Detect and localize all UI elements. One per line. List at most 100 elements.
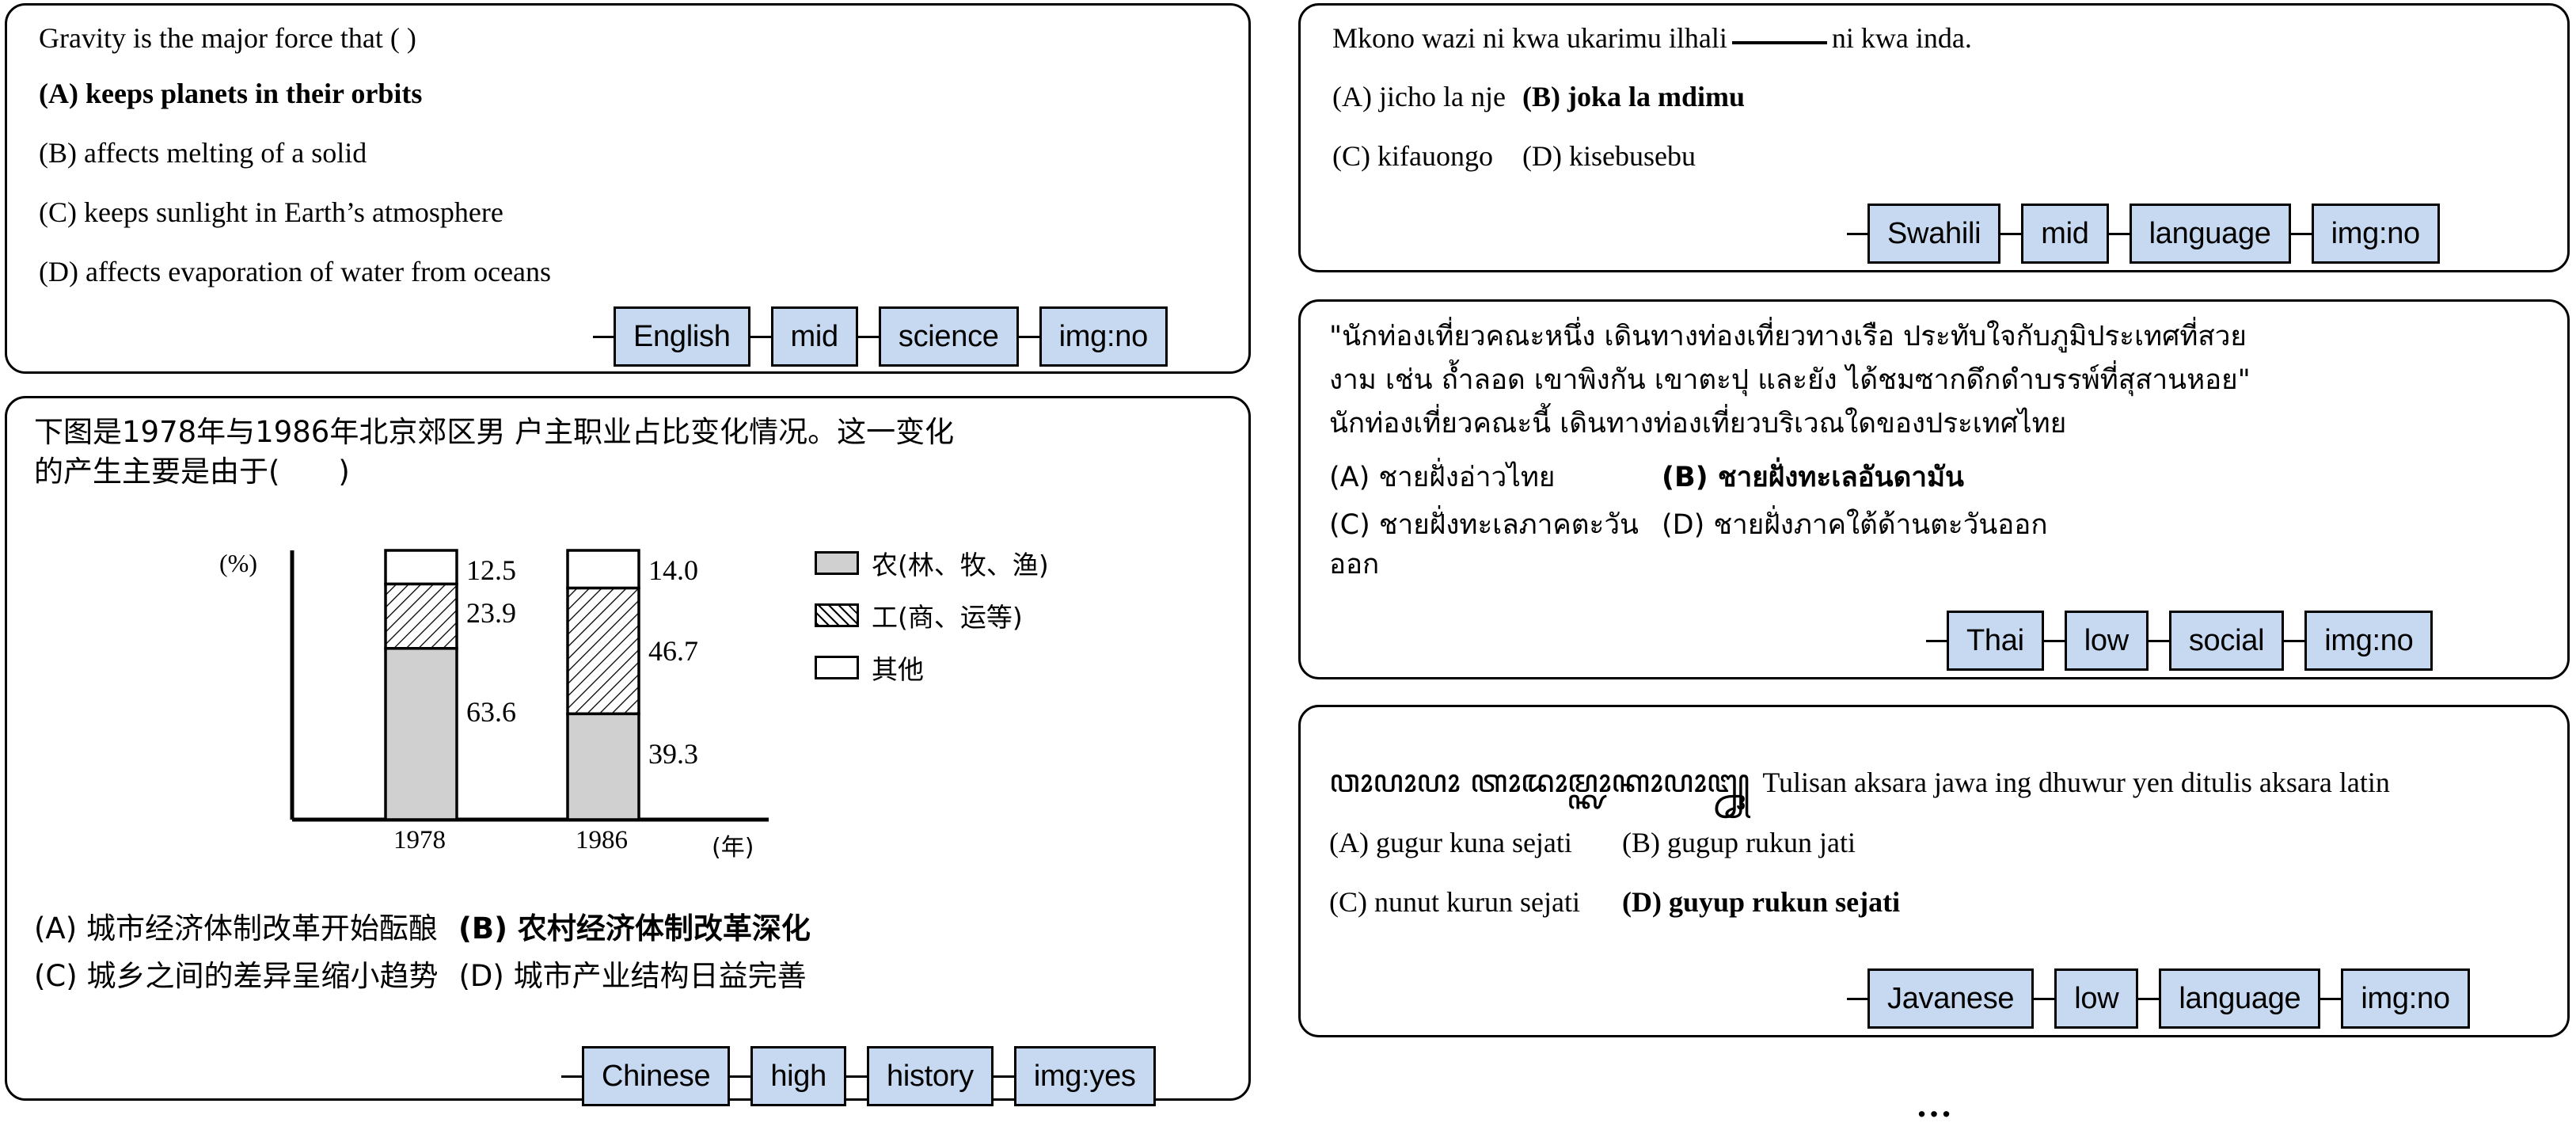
- option-c: (C) 城乡之间的差异呈缩小趋势: [34, 959, 439, 993]
- fill-in-blank: [1731, 41, 1827, 44]
- option-b: (B) gugup rukun jati: [1622, 827, 1856, 858]
- legend-item: 工(商、运等): [815, 596, 1049, 634]
- tag-level[interactable]: high: [750, 1046, 846, 1106]
- option-c: (C) ชายฝั่งทะเลภาคตะวันออก: [1329, 509, 1639, 580]
- tag-connector: [1847, 997, 1867, 1000]
- option-a: (A) 城市经济体制改革开始酝酿: [34, 911, 438, 946]
- option-b: (B) 农村经济体制改革深化: [458, 911, 811, 946]
- tag-subject[interactable]: language: [2159, 968, 2321, 1029]
- legend-label-agriculture: 农(林、牧、渔): [872, 550, 1049, 580]
- options-row-1: (A) 城市经济体制改革开始酝酿 (B) 农村经济体制改革深化: [34, 909, 811, 949]
- question-stem-line2: 的产生主要是由于( ): [34, 455, 350, 489]
- tag-connector: [2290, 232, 2312, 235]
- tag-language[interactable]: Chinese: [582, 1046, 731, 1106]
- option-c: (C) nunut kurun sejati: [1329, 886, 1580, 918]
- stacked-bar-chart: (%) 12.5 23.9 63.6 14.0 46.7 39.3 1978 1…: [205, 541, 1234, 873]
- option-b: (B) joka la mdimu: [1522, 81, 1746, 112]
- legend-swatch-agriculture-icon: [815, 551, 859, 575]
- panel-chinese-history: 下图是1978年与1986年北京郊区男 户主职业占比变化情况。这一变化 的产生主…: [5, 396, 1251, 1106]
- tag-has-image[interactable]: img:no: [1039, 306, 1168, 367]
- tag-connector: [993, 1075, 1014, 1078]
- option-a: (A) keeps planets in their orbits: [39, 78, 423, 109]
- option-d: (D) 城市产业结构日益完善: [458, 959, 807, 993]
- tag-connector: [2138, 997, 2160, 1000]
- panel-swahili-language: Mkono wazi ni kwa ukarimu ilhali ni kwa i…: [1298, 3, 2570, 272]
- javanese-script-text: ꦮꦴꦥꦴꦥꦴ ꦠꦴꦢꦴꦩ꧀ꦑꦴꦏꦴꦥꦴꦋ꧀: [1329, 763, 1750, 800]
- question-stem: ꦮꦴꦥꦴꦥꦴ ꦠꦴꦢꦴꦩ꧀ꦑꦴꦏꦴꦥꦴꦋ꧀ Tulisan aksara jaw…: [1329, 756, 2390, 821]
- option-d: (D) kisebusebu: [1522, 140, 1696, 172]
- tag-connector: [2284, 639, 2305, 642]
- legend-item: 其他: [815, 649, 1049, 687]
- tag-connector: [1018, 335, 1039, 338]
- tag-subject[interactable]: history: [866, 1046, 994, 1106]
- bar-value-1986-other: 14.0: [648, 554, 698, 586]
- option-b: (B) ชายฝั่งทะเลอันดามัน: [1662, 462, 1964, 493]
- chart-legend: 农(林、牧、渔) 工(商、运等) 其他: [815, 544, 1049, 687]
- legend-item: 农(林、牧、渔): [815, 544, 1049, 582]
- bar-value-1986-agriculture: 39.3: [648, 738, 698, 770]
- tag-row-javanese: Javanese low language img:no: [1847, 968, 2470, 1029]
- tag-subject[interactable]: language: [2129, 204, 2291, 264]
- bar-value-1978-other: 12.5: [466, 554, 516, 586]
- question-stem-before-blank: Mkono wazi ni kwa ukarimu ilhali: [1332, 22, 1727, 54]
- options-row-1: (A) gugur kuna sejati (B) gugup rukun ja…: [1329, 824, 1856, 862]
- options-row-1: (A) jicho la nje (B) joka la mdimu: [1332, 78, 1745, 116]
- tag-level[interactable]: mid: [2021, 204, 2109, 264]
- tag-connector: [593, 335, 614, 338]
- tag-language[interactable]: Javanese: [1867, 968, 2035, 1029]
- tag-connector: [857, 335, 879, 338]
- tag-language[interactable]: English: [614, 306, 750, 367]
- x-tick-1986: 1986: [576, 826, 628, 854]
- tag-connector: [561, 1075, 582, 1078]
- option-d: (D) affects evaporation of water from oc…: [39, 256, 552, 287]
- x-tick-1978: 1978: [393, 826, 446, 854]
- option-a: (A) gugur kuna sejati: [1329, 827, 1572, 858]
- question-stem-after-blank: ni kwa inda.: [1831, 22, 1972, 54]
- option-d: (D) guyup rukun sejati: [1622, 886, 1901, 918]
- bar-value-1978-agriculture: 63.6: [466, 696, 516, 728]
- tag-connector: [2034, 997, 2055, 1000]
- option-a: (A) jicho la nje: [1332, 81, 1506, 112]
- tag-connector: [2043, 639, 2065, 642]
- tag-language[interactable]: Swahili: [1867, 204, 2001, 264]
- legend-label-other: 其他: [872, 654, 924, 685]
- tag-subject[interactable]: science: [878, 306, 1019, 367]
- tag-connector: [2000, 232, 2022, 235]
- tag-row-swahili-inner: Swahili mid language img:no: [1847, 204, 2440, 264]
- options-row-2: (C) ชายฝั่งทะเลภาคตะวันออก (D) ชายฝั่งภา…: [1329, 506, 2048, 584]
- panel-english-science: Gravity is the major force that ( ) (A) …: [5, 3, 1251, 374]
- options-row-2: (C) kifauongo (D) kisebusebu: [1332, 138, 1696, 176]
- tag-has-image[interactable]: img:no: [2341, 968, 2470, 1029]
- tag-has-image[interactable]: img:yes: [1013, 1046, 1156, 1106]
- tag-connector: [2148, 639, 2169, 642]
- tag-level[interactable]: mid: [770, 306, 858, 367]
- panel-javanese-language: ꦮꦴꦥꦴꦥꦴ ꦠꦴꦢꦴꦩ꧀ꦑꦴꦏꦴꦥꦴꦋ꧀ Tulisan aksara jaw…: [1298, 705, 2570, 1037]
- question-stem-line3: นักท่องเที่ยวคณะนี้ เดินทางท่องเที่ยวบริ…: [1329, 408, 2067, 440]
- tag-connector: [1926, 639, 1947, 642]
- tag-level[interactable]: low: [2054, 968, 2139, 1029]
- tag-has-image[interactable]: img:no: [2304, 611, 2434, 671]
- question-stem-line1: "นักท่องเที่ยวคณะหนึ่ง เดินทางท่องเที่ยว…: [1329, 321, 2247, 352]
- tag-row-chinese: Chinese high history img:yes: [561, 1046, 1156, 1106]
- question-stem: Mkono wazi ni kwa ukarimu ilhali ni kwa i…: [1332, 20, 1972, 56]
- panel-thai-social: "นักท่องเที่ยวคณะหนึ่ง เดินทางท่องเที่ยว…: [1298, 299, 2570, 679]
- option-c: (C) kifauongo: [1332, 140, 1493, 172]
- chart-x-axis-unit: (年): [712, 834, 754, 862]
- option-b: (B) affects melting of a solid: [39, 137, 367, 169]
- tag-row-english: English mid science img:no: [593, 306, 1168, 367]
- tag-has-image[interactable]: img:no: [2311, 204, 2440, 264]
- tag-connector: [1847, 232, 1867, 235]
- question-stem-line1: 下图是1978年与1986年北京郊区男 户主职业占比变化情况。这一变化: [34, 415, 955, 449]
- tag-subject[interactable]: social: [2168, 611, 2285, 671]
- legend-label-industry: 工(商、运等): [872, 602, 1023, 633]
- options-row-2: (C) nunut kurun sejati (D) guyup rukun s…: [1329, 884, 1900, 922]
- tag-language[interactable]: Thai: [1947, 611, 2044, 671]
- option-c: (C) keeps sunlight in Earth’s atmosphere: [39, 196, 503, 228]
- question-stem: Gravity is the major force that ( ): [39, 22, 416, 54]
- tag-connector: [845, 1075, 867, 1078]
- tag-level[interactable]: low: [2064, 611, 2149, 671]
- javanese-latin-text: Tulisan aksara jawa ing dhuwur yen ditul…: [1762, 767, 2390, 798]
- bar-value-1978-industry: 23.9: [466, 597, 516, 629]
- more-items-ellipsis: …: [1916, 1084, 1955, 1124]
- tag-connector: [730, 1075, 751, 1078]
